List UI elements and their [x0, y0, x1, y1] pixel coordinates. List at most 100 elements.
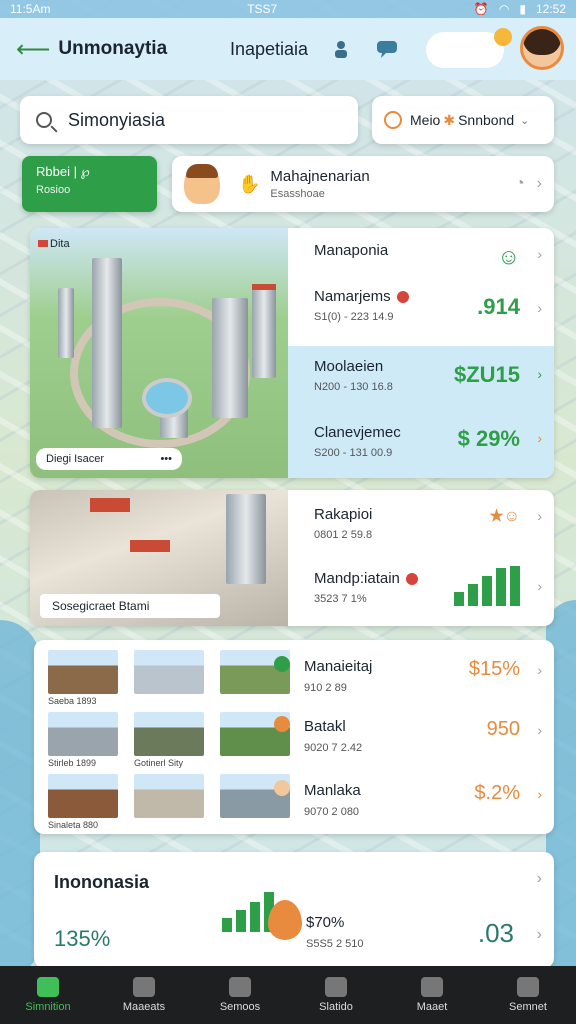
chevron-right-icon: ›	[537, 508, 542, 524]
roof	[130, 540, 170, 552]
summary-mid-sub: S5S5 2 510	[306, 938, 364, 950]
status-center: TSS7	[247, 2, 278, 16]
weather-cloud-icon	[426, 32, 504, 68]
nav-label: Slatido	[319, 1001, 353, 1013]
nav-item[interactable]: Maaet	[387, 977, 477, 1013]
list-item-selected[interactable]: Moolaeien N200 - 130 16.8 $ZU15 ›	[288, 346, 554, 406]
medal-icon	[274, 716, 290, 732]
thumbnail-grid: Saeba 1893 Stirleb 1899 Gotinerl Sity Sinal…	[48, 650, 298, 830]
row-title: Manlaka	[304, 782, 361, 799]
row-sub: 9020 7 2.42	[304, 742, 363, 754]
page-title: Unmonaytia	[58, 38, 168, 59]
thumbnail[interactable]: Stirleb 1899	[48, 712, 126, 768]
chevron-right-icon[interactable]: ›	[537, 175, 542, 193]
thumbnail-caption: Saeba 1893	[48, 696, 97, 706]
rating-icon: ★☺	[489, 508, 520, 525]
hand-icon: ✋	[238, 173, 261, 194]
row-value: $ 29%	[457, 426, 520, 451]
thumbnail[interactable]: Sinaleta 880	[48, 774, 126, 830]
mini-bar-chart	[454, 566, 520, 606]
row-value: .914	[477, 294, 520, 319]
nav-item[interactable]: Slatido	[291, 977, 381, 1013]
list-item[interactable]: Rakapioi 0801 2 59.8 ★☺ ›	[288, 506, 554, 556]
thumbnail[interactable]: Gotinerl Sity	[134, 712, 212, 768]
nav-label: Maaet	[416, 1001, 448, 1013]
dropdown-label: Meio	[410, 112, 441, 128]
bar	[510, 566, 520, 606]
summary-bar-chart	[222, 892, 274, 932]
smile-icon	[274, 780, 290, 796]
row-sub: 0801 2 59.8	[314, 529, 373, 541]
nav-icon	[133, 977, 155, 997]
listing-rows: Manaponia ☺ › Namarjems S1(0) - 223 14.9…	[288, 228, 554, 478]
list-item[interactable]: Manlaka 9070 2 080 $.2% ›	[274, 770, 554, 830]
chevron-right-icon: ›	[537, 662, 542, 678]
profile-card[interactable]: ✋ Mahajnenarian Esasshoae ◔ ›	[172, 156, 554, 212]
avatar[interactable]	[520, 26, 564, 70]
thumbnail-image	[48, 650, 118, 694]
nav-icon	[517, 977, 539, 997]
chevron-right-icon: ›	[537, 246, 542, 262]
search-icon	[36, 112, 52, 128]
chevron-right-icon: ›	[536, 870, 542, 887]
thumbnail-image	[134, 650, 204, 694]
caption-dots: •••	[160, 453, 172, 465]
street-caption: Sosegicraet Btami	[40, 594, 220, 618]
city-image[interactable]: Dita Diegi Isacer •••	[30, 228, 288, 478]
bar	[454, 592, 464, 606]
nav-icon	[325, 977, 347, 997]
thumbnail-caption: Stirleb 1899	[48, 758, 97, 768]
nav-label: Maaeats	[122, 1001, 166, 1013]
search-input[interactable]: Simonyiasia	[20, 96, 358, 144]
sun-icon	[494, 28, 512, 46]
mode-dropdown[interactable]: Meio ✱ Snnbond ⌄	[372, 96, 554, 144]
chevron-right-icon: ›	[537, 430, 542, 446]
thumbnail[interactable]	[134, 774, 212, 830]
status-icons: ⏰ ◠ ▮ 12:52	[474, 2, 566, 16]
signal-icon: ▮	[519, 2, 526, 16]
primary-action-button[interactable]: Rbbei | ℘ Rosioo	[22, 156, 157, 212]
alert-icon	[406, 573, 419, 586]
primary-action-label: Rbbei | ℘	[36, 164, 90, 179]
tower-left	[58, 288, 74, 358]
status-time: 11:5Am	[10, 2, 51, 16]
timer-icon: ◔	[515, 175, 525, 192]
list-item[interactable]: Manaieitaj 910 2 89 $15% ›	[274, 646, 554, 706]
bar	[496, 568, 506, 606]
row-title: Manaieitaj	[304, 658, 373, 675]
back-arrow-icon[interactable]: ⟵	[16, 35, 50, 64]
thumbnail[interactable]	[134, 650, 212, 706]
summary-card[interactable]: Inononasia 135% $70% S5S5 2 510 .03 › ›	[34, 852, 554, 968]
nav-item[interactable]: Semoos	[195, 977, 285, 1013]
chat-icon[interactable]	[376, 40, 398, 58]
row-title: Namarjems	[314, 288, 391, 305]
nav-item[interactable]: Semnet	[483, 977, 573, 1013]
row-title: Batakl	[304, 718, 346, 735]
mascot-icon	[184, 164, 220, 204]
list-item[interactable]: Clanevjemec S200 - 131 00.9 $ 29% ›	[288, 406, 554, 478]
gallery-card: Saeba 1893 Stirleb 1899 Gotinerl Sity Sinal…	[34, 640, 554, 834]
chevron-right-icon: ›	[537, 300, 542, 316]
list-item[interactable]: Manaponia ☺ ›	[288, 242, 554, 286]
list-item[interactable]: Batakl 9020 7 2.42 950 ›	[274, 706, 554, 766]
nav-label: Simnition	[25, 1001, 71, 1013]
sparkle-icon: ✱	[443, 111, 456, 128]
nav-item[interactable]: Simnition	[3, 977, 93, 1013]
app-header: ⟵ Unmonaytia Inapetiaia	[0, 18, 576, 80]
nav-item[interactable]: Maaeats	[99, 977, 189, 1013]
person-icon[interactable]	[330, 40, 352, 58]
status-clock: 12:52	[535, 2, 566, 16]
thumbnail-image	[48, 774, 118, 818]
street-image[interactable]: Sosegicraet Btami	[30, 490, 288, 626]
alert-icon	[396, 291, 409, 304]
row-value: $.2%	[474, 782, 520, 804]
thumbnail-caption: Sinaleta 880	[48, 820, 99, 830]
image-caption: Diegi Isacer •••	[36, 448, 182, 470]
bar	[222, 918, 232, 932]
search-value: Simonyiasia	[68, 109, 166, 130]
nav-icon	[229, 977, 251, 997]
list-item[interactable]: Namarjems S1(0) - 223 14.9 .914 ›	[288, 288, 554, 344]
summary-percent: 135%	[54, 926, 111, 951]
thumbnail[interactable]: Saeba 1893	[48, 650, 126, 706]
drop-icon	[268, 900, 302, 940]
